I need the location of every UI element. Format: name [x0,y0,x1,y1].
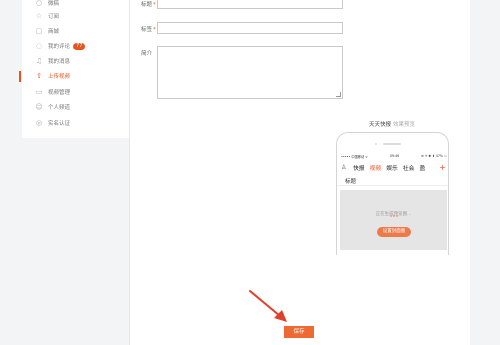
sidebar-item-label: 上传视频 [48,74,71,80]
status-bar: ••••• 中国移动 ᯤ 09:46 ⊕ ✈ ✱ ⬆ 47% ▭ [341,154,447,159]
set-cover-button[interactable]: 设置封面图 [377,227,411,237]
preview-video-title: 标题 [345,179,357,185]
plus-icon: + [439,163,446,172]
sidebar-item-comments[interactable]: ◌ 我的评论 77 [35,40,86,52]
sidebar-item-label: 订阅 [48,14,60,20]
title-input[interactable] [157,0,343,9]
active-indicator [19,71,21,82]
tab-more: 盈 [419,166,426,172]
tab-kuaibao: 快报 [353,166,365,172]
tags-label: 标签* [141,27,156,33]
intro-label: 简介 [141,51,153,57]
sidebar-item-label: 微稿 [48,1,60,7]
sidebar-item-label: 实名认证 [48,121,71,127]
sidebar-item-draft[interactable]: ○ 微稿 [35,0,59,9]
person-icon: ☺ [35,103,43,111]
shop-icon: ▢ [35,27,43,35]
upload-icon: ⇧ [36,72,42,80]
sidebar-item-subscribe[interactable]: ☆ 订阅 [35,10,59,22]
title-label: 标题* [141,2,156,8]
preview-title: 天天快报 效果预览 [369,122,416,128]
sidebar-item-label: 我的评论 [48,44,71,50]
draft-icon: ○ [35,0,43,7]
bell-icon: ♫ [35,57,43,65]
resize-handle-icon[interactable] [336,92,341,97]
video-placeholder: 正在生成预览图... 设置封面图 [340,190,447,250]
comment-count-badge: 77 [73,42,86,50]
sidebar-item-video-manage[interactable]: ▭ 视频管理 [35,86,70,98]
camera-dot [375,143,377,145]
user-icon: ♙ [341,164,347,171]
clock-text: 09:46 [390,154,400,158]
divider [337,185,448,186]
sidebar-item-upload-video[interactable]: ⇧ 上传视频 [35,70,70,82]
generating-text: 正在生成预览图... [375,212,412,217]
phone-tabs: ♙ 快报 视频 娱乐 社会 盈 + [341,162,448,173]
sidebar-item-label: 商城 [48,29,60,35]
tab-video: 视频 [369,166,382,172]
sidebar-item-channel[interactable]: ☺ 个人频道 [35,101,70,113]
battery-text: ⊕ ✈ ✱ ⬆ 47% ▭ [421,154,447,158]
sidebar-item-shop[interactable]: ▢ 商城 [35,25,59,37]
intro-textarea[interactable] [157,46,343,99]
sidebar-item-label: 我的消息 [48,59,71,65]
sidebar-item-verify[interactable]: ◎ 实名认证 [35,117,70,129]
page: ○ 微稿 ☆ 订阅 ▢ 商城 ◌ 我的评论 77 ♫ 我的消息 ⇧ 上传视频 ▭… [0,0,500,345]
speaker-icon [383,143,401,145]
sidebar-item-messages[interactable]: ♫ 我的消息 [35,55,70,67]
video-manage-icon: ▭ [35,88,43,96]
verify-icon: ◎ [35,119,43,127]
tags-input[interactable] [157,22,343,34]
star-icon: ☆ [35,12,43,20]
sidebar: ○ 微稿 ☆ 订阅 ▢ 商城 ◌ 我的评论 77 ♫ 我的消息 ⇧ 上传视频 ▭… [22,0,130,138]
sidebar-item-label: 个人频道 [48,105,71,111]
carrier-text: ••••• 中国移动 ᯤ [341,155,369,159]
comment-icon: ◌ [35,42,43,50]
sidebar-item-label: 视频管理 [48,90,71,96]
phone-preview: ••••• 中国移动 ᯤ 09:46 ⊕ ✈ ✱ ⬆ 47% ▭ ♙ 快报 视频… [336,132,449,255]
tab-entertainment: 娱乐 [386,166,398,172]
save-button[interactable]: 保存 [284,326,314,338]
tab-society: 社会 [402,166,415,172]
